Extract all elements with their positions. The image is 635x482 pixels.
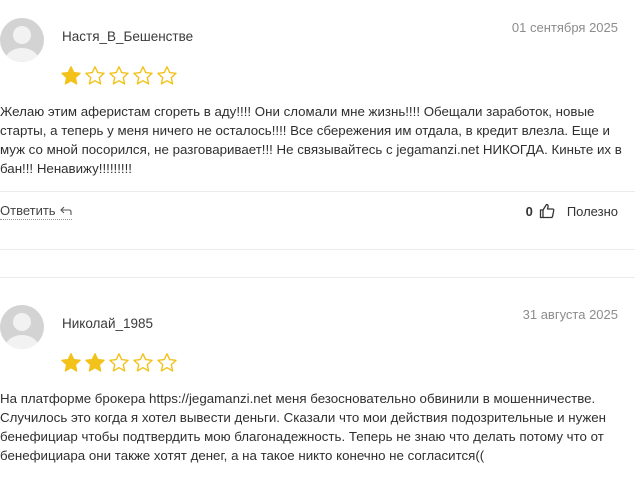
star-empty-icon xyxy=(156,352,178,374)
review-date: 01 сентября 2025 xyxy=(511,20,618,35)
star-filled-icon xyxy=(60,65,82,87)
likes-count: 0 xyxy=(525,203,533,219)
star-filled-icon xyxy=(84,352,106,374)
avatar xyxy=(0,18,44,62)
avatar xyxy=(0,305,44,349)
divider xyxy=(0,249,635,250)
star-empty-icon xyxy=(108,65,130,87)
likes-block: 0 Полезно xyxy=(526,203,618,219)
star-empty-icon xyxy=(84,65,106,87)
review-text: На платформе брокера https://jegamanzi.n… xyxy=(0,391,606,463)
divider xyxy=(0,277,635,278)
divider xyxy=(0,191,635,192)
rating-stars xyxy=(60,65,178,87)
review-text: Желаю этим аферистам сгореть в аду!!!! О… xyxy=(0,104,622,176)
reply-button[interactable]: Ответить xyxy=(0,203,72,220)
useful-button[interactable]: Полезно xyxy=(567,204,618,219)
review-date: 31 августа 2025 xyxy=(522,307,618,322)
star-empty-icon xyxy=(156,65,178,87)
rating-stars xyxy=(60,352,178,374)
review-author: Николай_1985 xyxy=(62,316,154,331)
star-filled-icon xyxy=(60,352,82,374)
reply-label[interactable]: Ответить xyxy=(0,203,56,218)
star-empty-icon xyxy=(132,65,154,87)
star-empty-icon xyxy=(132,352,154,374)
review-author: Настя_В_Бешенстве xyxy=(62,29,194,44)
reply-icon xyxy=(59,206,72,215)
star-empty-icon xyxy=(108,352,130,374)
thumbs-up-icon[interactable] xyxy=(539,203,555,219)
